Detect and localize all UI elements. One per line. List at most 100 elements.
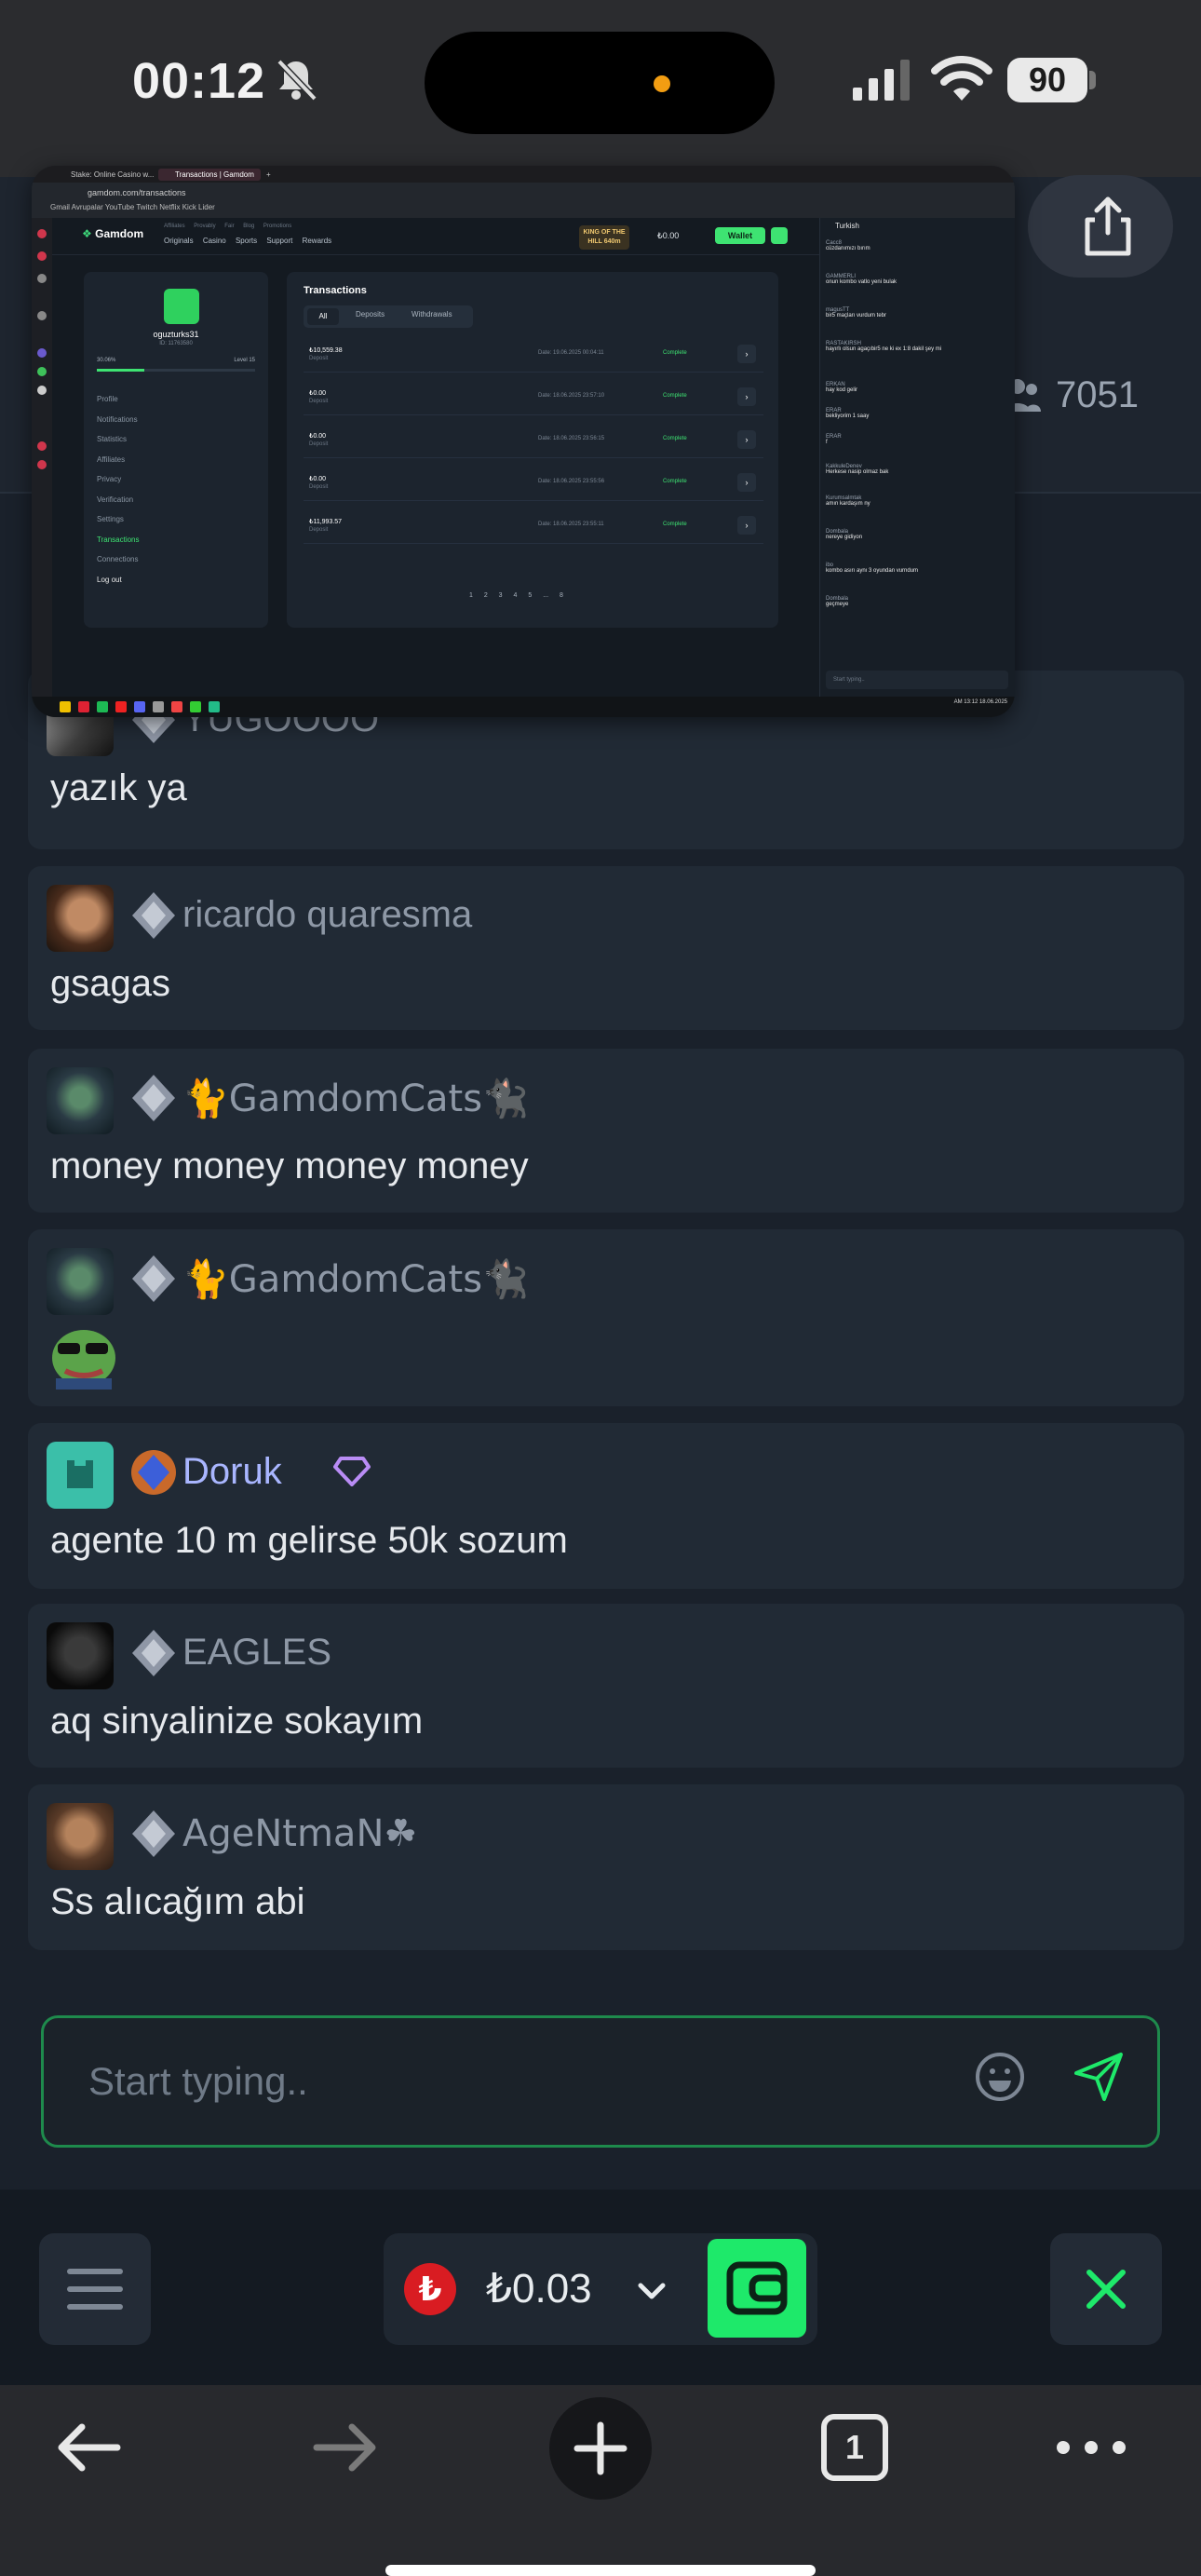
battery-tip <box>1089 71 1096 89</box>
profile-menu-connections[interactable]: Connections <box>97 549 140 570</box>
emoji-icon[interactable] <box>974 2051 1026 2103</box>
message-text: money money money money <box>50 1146 529 1186</box>
profile-menu-settings[interactable]: Settings <box>97 509 140 530</box>
tab-switcher-button[interactable]: 1 <box>821 2414 888 2481</box>
profile-menu-privacy[interactable]: Privacy <box>97 469 140 490</box>
pagination[interactable]: 1 2 3 4 5 ... 8 <box>469 592 563 599</box>
site-chat-message: ERAR bekliyorim 1 saay <box>826 408 870 419</box>
windows-taskbar: AM 13:12 18.06.2025 <box>32 697 1015 717</box>
transaction-row[interactable]: ₺0.00 Deposit Date: 18.06.2025 23:56:15 … <box>304 423 763 458</box>
chevron-right-icon[interactable]: › <box>737 430 756 449</box>
transaction-status: Complete <box>663 350 687 356</box>
chevron-down-icon[interactable] <box>633 2272 670 2310</box>
transaction-row[interactable]: ₺11,993.57 Deposit Date: 18.06.2025 23:5… <box>304 508 763 544</box>
message-username[interactable]: EAGLES <box>182 1632 331 1674</box>
avatar[interactable] <box>47 1442 114 1509</box>
pepe-sunglasses-emote <box>52 1330 115 1390</box>
avatar[interactable] <box>47 1067 114 1134</box>
chevron-right-icon[interactable]: › <box>737 473 756 492</box>
site-wallet-button[interactable]: Wallet <box>715 227 765 244</box>
transaction-row[interactable]: ₺10,559.38 Deposit Date: 19.06.2025 00:0… <box>304 337 763 373</box>
chat-language-select[interactable]: Turkish <box>820 218 1015 235</box>
site-avatar-button[interactable] <box>771 227 788 244</box>
message-username[interactable]: ricardo quaresma <box>182 894 472 936</box>
transaction-amount: ₺0.00 <box>309 433 327 440</box>
message-text: agente 10 m gelirse 50k sozum <box>50 1520 568 1561</box>
site-chat-message: GAMMERLI onun kombo vatlo yeni bulak <box>826 274 897 285</box>
rank-badge-icon <box>132 1255 175 1302</box>
wallet-button[interactable] <box>708 2239 806 2338</box>
forward-arrow-icon[interactable] <box>307 2418 382 2477</box>
profile-menu-logout[interactable]: Log out <box>97 570 140 590</box>
menu-rewards[interactable]: Rewards <box>303 237 332 245</box>
menu-casino[interactable]: Casino <box>203 237 226 245</box>
profile-menu-transactions[interactable]: Transactions <box>97 530 140 550</box>
balance-amount[interactable]: ₺0.03 <box>486 2265 592 2312</box>
profile-menu-verification[interactable]: Verification <box>97 490 140 510</box>
avatar[interactable] <box>47 885 114 952</box>
menu-support[interactable]: Support <box>266 237 292 245</box>
transaction-row[interactable]: ₺0.00 Deposit Date: 18.06.2025 23:55:56 … <box>304 466 763 501</box>
filter-deposits[interactable]: Deposits <box>356 310 385 319</box>
message-text: yazık ya <box>50 767 187 808</box>
pip-video-window[interactable]: Stake: Online Casino w... Transactions |… <box>32 166 1015 717</box>
message-username[interactable]: AgeNtmaN☘ <box>182 1812 417 1855</box>
profile-id: ID: 11763580 <box>159 341 193 346</box>
menu-originals[interactable]: Originals <box>164 237 194 245</box>
share-icon[interactable] <box>1080 196 1136 257</box>
message-username[interactable]: 🐈GamdomCats🐈‍⬛ <box>182 1257 529 1301</box>
new-tab-button[interactable]: + <box>263 169 281 181</box>
chevron-right-icon[interactable]: › <box>737 345 756 363</box>
chevron-right-icon[interactable]: › <box>737 516 756 535</box>
gamdom-logo[interactable]: ❖ Gamdom <box>82 227 143 240</box>
avatar[interactable] <box>47 1248 114 1315</box>
transaction-type: Deposit <box>309 484 329 490</box>
xp-progress-text: 30.06% <box>97 358 116 363</box>
site-chat-input[interactable]: Start typing.. <box>826 671 1008 689</box>
avatar[interactable] <box>47 1803 114 1870</box>
profile-menu-affiliates[interactable]: Affiliates <box>97 450 140 470</box>
lira-currency-icon: ₺ <box>404 2263 456 2315</box>
send-icon[interactable] <box>1071 2049 1127 2105</box>
avatar[interactable] <box>47 1622 114 1689</box>
site-chat-panel: Turkish Cacc8 cüzdanımızı bırım GAMMERLI o… <box>819 218 1015 697</box>
browser-tab-active[interactable]: Transactions | Gamdom <box>158 169 261 181</box>
site-chat-message: KakkuleDenev Herkese nasip olmaz bak <box>826 464 889 475</box>
diamond-icon <box>333 1457 371 1486</box>
transaction-type: Deposit <box>309 356 329 361</box>
message-username[interactable]: 🐈GamdomCats🐈‍⬛ <box>182 1077 529 1120</box>
more-options-icon[interactable] <box>1056 2440 1127 2455</box>
message-username[interactable]: Doruk <box>182 1451 282 1493</box>
menu-sports[interactable]: Sports <box>236 237 257 245</box>
hamburger-menu-button[interactable] <box>39 2233 151 2345</box>
chevron-right-icon[interactable]: › <box>737 387 756 406</box>
home-indicator <box>385 2565 816 2576</box>
filter-withdrawals[interactable]: Withdrawals <box>412 310 452 319</box>
message-text: Ss alıcağım abi <box>50 1881 305 1922</box>
transaction-row[interactable]: ₺0.00 Deposit Date: 18.06.2025 23:57:10 … <box>304 380 763 415</box>
transaction-amount: ₺10,559.38 <box>309 347 343 354</box>
site-menu: Originals Casino Sports Support Rewards <box>164 237 331 245</box>
plus-icon <box>574 2421 627 2475</box>
castle-icon <box>67 1460 93 1488</box>
king-of-hill-banner[interactable]: KING OF THE HILL 640m <box>579 225 629 250</box>
site-balance[interactable]: ₺0.00 <box>657 231 679 241</box>
back-arrow-icon[interactable] <box>52 2418 127 2477</box>
close-button[interactable] <box>1050 2233 1162 2345</box>
site-chat-message: Kurumsalmtak amın kardaşım ny <box>826 495 870 507</box>
transaction-date: Date: 18.06.2025 23:55:11 <box>538 522 604 527</box>
transaction-date: Date: 18.06.2025 23:56:15 <box>538 436 605 441</box>
new-tab-button[interactable] <box>549 2397 652 2500</box>
vip-rank-badge-icon <box>131 1450 176 1495</box>
address-bar[interactable]: gamdom.com/transactions <box>88 186 572 199</box>
profile-card: oguzturks31 ID: 11763580 30.06% Level 15… <box>84 272 268 628</box>
profile-menu-profile[interactable]: Profile <box>97 389 140 410</box>
bookmarks-bar: Gmail Avrupalar YouTube Twitch Netflix K… <box>50 203 215 211</box>
chat-input-placeholder: Start typing.. <box>88 2059 308 2103</box>
profile-menu-notifications[interactable]: Notifications <box>97 410 140 430</box>
browser-tab[interactable]: Stake: Online Casino w... <box>54 169 156 181</box>
chat-message: ricardo quaresma gsagas <box>28 866 1184 1030</box>
filter-all[interactable]: All <box>307 308 339 325</box>
profile-menu-statistics[interactable]: Statistics <box>97 429 140 450</box>
chat-message: 🐈GamdomCats🐈‍⬛ <box>28 1229 1184 1406</box>
